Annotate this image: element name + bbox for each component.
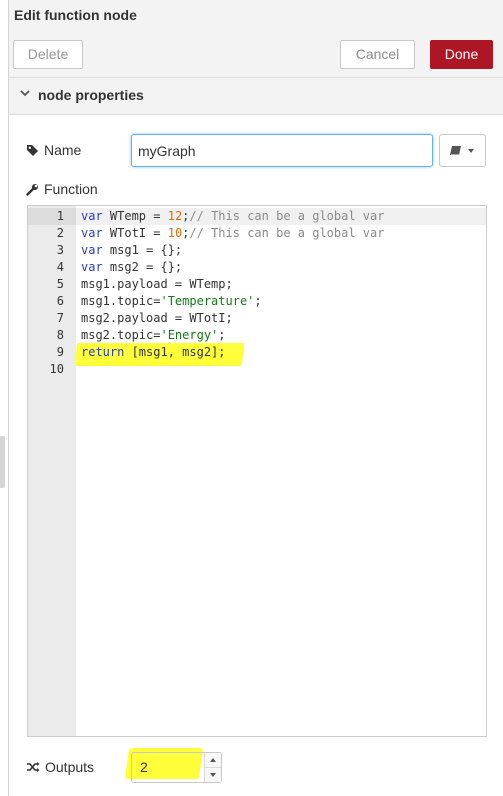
line-number: 7 <box>56 311 64 325</box>
line-number: 3 <box>56 243 64 257</box>
name-input[interactable] <box>131 134 433 167</box>
shuffle-icon <box>27 762 40 772</box>
caret-down-icon <box>468 148 474 153</box>
sidebar-splitter-handle[interactable] <box>0 436 5 488</box>
code-line[interactable]: 7 msg2.payload = WTotI; <box>28 310 486 327</box>
node-properties-toggle[interactable]: node properties <box>9 78 503 115</box>
line-code: var msg2 = {}; <box>81 260 183 274</box>
line-number: 1 <box>56 209 64 223</box>
name-label-text: Name <box>44 142 82 158</box>
tag-icon <box>27 144 38 156</box>
code-line[interactable]: 8 msg2.topic='Energy'; <box>28 327 486 344</box>
code-line[interactable]: 3 var msg1 = {}; <box>28 242 486 259</box>
tray-header: Edit function node Delete Cancel Done <box>9 0 503 78</box>
line-code: return [msg1, msg2]; <box>81 345 226 359</box>
cancel-button[interactable]: Cancel <box>340 40 415 69</box>
spin-up-icon <box>210 758 216 762</box>
done-button[interactable]: Done <box>430 40 493 69</box>
outputs-label: Outputs <box>26 759 94 775</box>
line-code: msg1.topic='Temperature'; <box>81 294 262 308</box>
outputs-value[interactable]: 2 <box>140 759 148 775</box>
library-button[interactable] <box>439 134 486 167</box>
spin-down-icon <box>210 773 216 777</box>
line-number: 4 <box>56 260 64 274</box>
line-number: 5 <box>56 277 64 291</box>
line-code: msg2.topic='Energy'; <box>81 328 226 342</box>
code-editor[interactable]: 1 var WTemp = 12;// This can be a global … <box>27 205 487 737</box>
outputs-label-text: Outputs <box>45 759 95 775</box>
line-number: 6 <box>56 294 64 308</box>
name-label: Name <box>26 142 81 158</box>
code-line[interactable]: 1 var WTemp = 12;// This can be a global … <box>28 208 486 225</box>
code-line[interactable]: 6 msg1.topic='Temperature'; <box>28 293 486 310</box>
line-number: 9 <box>56 345 64 359</box>
code-line[interactable]: 2 var WTotI = 10;// This can be a global … <box>28 225 486 242</box>
line-code: msg1.payload = WTemp; <box>81 277 233 291</box>
function-label: Function <box>26 181 98 197</box>
code-line[interactable]: 4 var msg2 = {}; <box>28 259 486 276</box>
line-code: var WTotI = 10;// This can be a global v… <box>81 226 385 240</box>
delete-button[interactable]: Delete <box>13 40 83 69</box>
outputs-stepper[interactable]: 2 <box>131 752 222 783</box>
line-code: msg2.payload = WTotI; <box>81 311 233 325</box>
stepper-buttons <box>204 753 221 782</box>
wrench-icon <box>26 183 38 196</box>
line-code: var msg1 = {}; <box>81 243 183 257</box>
book-icon <box>450 145 461 155</box>
code-line[interactable]: 10 <box>28 361 486 378</box>
line-number: 10 <box>49 362 64 376</box>
chevron-down-icon <box>20 90 30 97</box>
line-code: var WTemp = 12;// This can be a global v… <box>81 209 385 223</box>
line-number: 2 <box>56 226 64 240</box>
function-label-text: Function <box>44 181 98 197</box>
stepper-down-button[interactable] <box>205 768 221 782</box>
tray-title: Edit function node <box>14 7 137 23</box>
edit-tray: Edit function node Delete Cancel Done no… <box>8 0 503 796</box>
section-label: node properties <box>38 87 144 103</box>
code-line[interactable]: 9 return [msg1, msg2]; <box>28 344 486 361</box>
code-lines: 1 var WTemp = 12;// This can be a global … <box>28 208 486 378</box>
line-number: 8 <box>56 328 64 342</box>
stepper-up-button[interactable] <box>205 753 221 768</box>
code-line[interactable]: 5 msg1.payload = WTemp; <box>28 276 486 293</box>
